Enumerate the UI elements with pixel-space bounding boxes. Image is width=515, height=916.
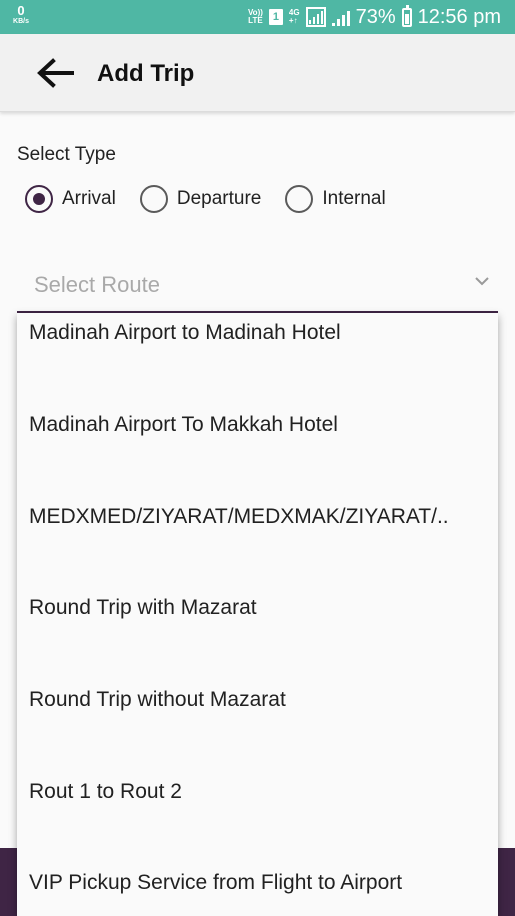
route-select[interactable]: Select Route: [17, 258, 498, 313]
radio-button-arrival[interactable]: [25, 185, 53, 213]
route-dropdown-list: Madinah Airport to Madinah Hotel Madinah…: [17, 313, 498, 916]
battery-icon: [401, 4, 412, 27]
route-option[interactable]: Madinah Airport To Makkah Hotel: [29, 413, 489, 437]
app-bar: Add Trip: [0, 34, 515, 112]
radio-label-internal: Internal: [322, 188, 386, 209]
clock: 12:56 pm: [417, 5, 501, 28]
network-speed-value: 0: [17, 3, 25, 18]
route-option[interactable]: VIP Pickup Service from Flight to Airpor…: [29, 871, 489, 895]
page-title: Add Trip: [97, 60, 195, 87]
radio-label-departure: Departure: [176, 188, 262, 209]
signal-sim1-icon: [305, 7, 326, 27]
network-type-bottom: +↑: [288, 16, 298, 25]
select-type-label: Select Type: [17, 144, 116, 165]
signal-sim2-icon: [331, 8, 350, 26]
sim-icon: 1: [268, 9, 283, 25]
status-icons: Vo)) LTE 1 4G +↑ 73% 12:56 pm: [248, 0, 501, 34]
trip-type-radio-group: Arrival Departure Internal: [25, 184, 410, 214]
route-option[interactable]: Round Trip with Mazarat: [29, 596, 489, 620]
back-button[interactable]: [36, 58, 76, 88]
route-option[interactable]: Madinah Airport to Madinah Hotel: [29, 321, 489, 345]
network-speed: 0 KB/s: [8, 4, 34, 25]
radio-option-arrival[interactable]: Arrival: [25, 184, 116, 214]
route-select-placeholder: Select Route: [34, 272, 160, 297]
volte-icon: Vo)) LTE: [248, 9, 263, 25]
battery-percent: 73%: [355, 5, 396, 28]
route-option[interactable]: Rout 1 to Rout 2: [29, 780, 489, 804]
radio-button-departure[interactable]: [139, 185, 168, 213]
radio-button-internal[interactable]: [285, 185, 314, 213]
route-option[interactable]: MEDXMED/ZIYARAT/MEDXMAK/ZIYARAT/..: [29, 505, 489, 529]
radio-option-departure[interactable]: Departure: [139, 184, 262, 214]
network-speed-unit: KB/s: [13, 18, 29, 25]
network-type-icon: 4G +↑: [289, 9, 300, 25]
route-option[interactable]: Round Trip without Mazarat: [29, 688, 489, 712]
arrow-back-icon: [37, 58, 74, 88]
status-bar: 0 KB/s Vo)) LTE 1 4G +↑ 73% 12:56 pm: [0, 0, 515, 34]
radio-label-arrival: Arrival: [62, 188, 116, 209]
radio-option-internal[interactable]: Internal: [285, 184, 386, 214]
chevron-down-icon: [475, 277, 489, 286]
volte-bottom: LTE: [248, 16, 263, 25]
